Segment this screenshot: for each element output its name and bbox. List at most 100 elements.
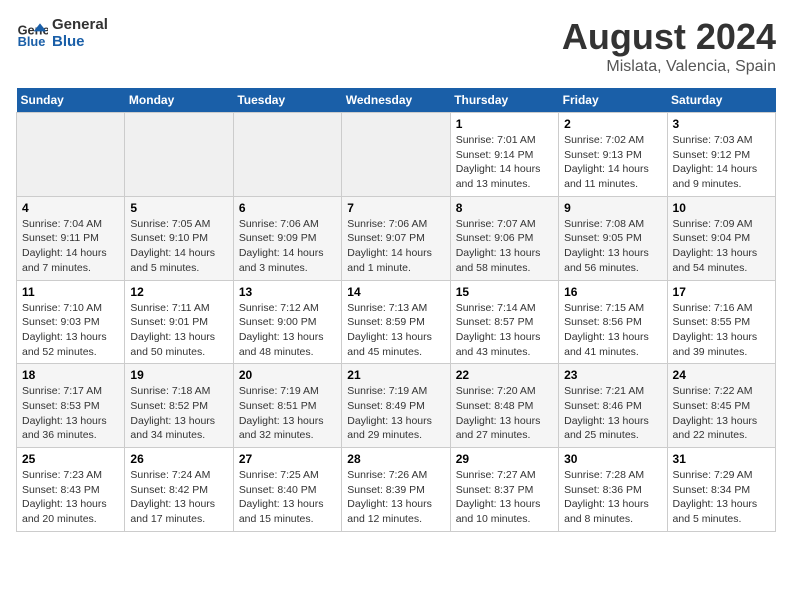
day-number: 30 [564, 452, 661, 466]
day-number: 21 [347, 368, 444, 382]
calendar-cell: 16 Sunrise: 7:15 AM Sunset: 8:56 PM Dayli… [559, 280, 667, 364]
day-info: Sunrise: 7:12 AM Sunset: 9:00 PM Dayligh… [239, 301, 336, 360]
day-number: 2 [564, 117, 661, 131]
day-number: 19 [130, 368, 227, 382]
calendar-week-row: 18 Sunrise: 7:17 AM Sunset: 8:53 PM Dayli… [17, 364, 776, 448]
title-block: August 2024 Mislata, Valencia, Spain [562, 16, 776, 76]
calendar-cell [233, 113, 341, 197]
calendar-header-row: SundayMondayTuesdayWednesdayThursdayFrid… [17, 88, 776, 113]
calendar-cell: 25Sunrise: 7:23 AM Sunset: 8:43 PM Dayli… [17, 448, 125, 532]
calendar-cell: 5Sunrise: 7:05 AM Sunset: 9:10 PM Daylig… [125, 196, 233, 280]
day-number: 12 [130, 285, 227, 299]
day-number: 23 [564, 368, 661, 382]
calendar-cell: 6Sunrise: 7:06 AM Sunset: 9:09 PM Daylig… [233, 196, 341, 280]
day-number: 25 [22, 452, 119, 466]
day-number: 20 [239, 368, 336, 382]
calendar-cell: 20 Sunrise: 7:19 AM Sunset: 8:51 PM Dayli… [233, 364, 341, 448]
calendar-cell: 17 Sunrise: 7:16 AM Sunset: 8:55 PM Dayli… [667, 280, 775, 364]
calendar-cell: 8 Sunrise: 7:07 AM Sunset: 9:06 PM Daylig… [450, 196, 558, 280]
day-number: 16 [564, 285, 661, 299]
day-info: Sunrise: 7:15 AM Sunset: 8:56 PM Dayligh… [564, 301, 661, 360]
day-number: 11 [22, 285, 119, 299]
calendar-cell [125, 113, 233, 197]
day-number: 28 [347, 452, 444, 466]
day-info: Sunrise: 7:02 AM Sunset: 9:13 PM Dayligh… [564, 133, 661, 192]
calendar-cell: 9 Sunrise: 7:08 AM Sunset: 9:05 PM Daylig… [559, 196, 667, 280]
day-number: 4 [22, 201, 119, 215]
day-number: 15 [456, 285, 553, 299]
day-info: Sunrise: 7:11 AM Sunset: 9:01 PM Dayligh… [130, 301, 227, 360]
day-number: 29 [456, 452, 553, 466]
calendar-cell: 28Sunrise: 7:26 AM Sunset: 8:39 PM Dayli… [342, 448, 450, 532]
day-number: 24 [673, 368, 770, 382]
calendar-cell: 29Sunrise: 7:27 AM Sunset: 8:37 PM Dayli… [450, 448, 558, 532]
day-number: 3 [673, 117, 770, 131]
day-number: 18 [22, 368, 119, 382]
calendar-cell [342, 113, 450, 197]
calendar-cell: 27 Sunrise: 7:25 AM Sunset: 8:40 PM Dayli… [233, 448, 341, 532]
day-info: Sunrise: 7:04 AM Sunset: 9:11 PM Dayligh… [22, 217, 119, 276]
column-header-tuesday: Tuesday [233, 88, 341, 113]
day-info: Sunrise: 7:08 AM Sunset: 9:05 PM Dayligh… [564, 217, 661, 276]
calendar-cell [17, 113, 125, 197]
calendar-cell: 13Sunrise: 7:12 AM Sunset: 9:00 PM Dayli… [233, 280, 341, 364]
day-info: Sunrise: 7:05 AM Sunset: 9:10 PM Dayligh… [130, 217, 227, 276]
calendar-cell: 31 Sunrise: 7:29 AM Sunset: 8:34 PM Dayli… [667, 448, 775, 532]
calendar-cell: 7 Sunrise: 7:06 AM Sunset: 9:07 PM Daylig… [342, 196, 450, 280]
day-info: Sunrise: 7:21 AM Sunset: 8:46 PM Dayligh… [564, 384, 661, 443]
calendar-cell: 10 Sunrise: 7:09 AM Sunset: 9:04 PM Dayli… [667, 196, 775, 280]
calendar-week-row: 4 Sunrise: 7:04 AM Sunset: 9:11 PM Daylig… [17, 196, 776, 280]
calendar-week-row: 11 Sunrise: 7:10 AM Sunset: 9:03 PM Dayli… [17, 280, 776, 364]
logo-icon: General Blue [16, 17, 48, 49]
day-info: Sunrise: 7:20 AM Sunset: 8:48 PM Dayligh… [456, 384, 553, 443]
column-header-wednesday: Wednesday [342, 88, 450, 113]
calendar-table: SundayMondayTuesdayWednesdayThursdayFrid… [16, 88, 776, 532]
day-info: Sunrise: 7:01 AM Sunset: 9:14 PM Dayligh… [456, 133, 553, 192]
calendar-cell: 26Sunrise: 7:24 AM Sunset: 8:42 PM Dayli… [125, 448, 233, 532]
page-header: General Blue General Blue August 2024 Mi… [16, 16, 776, 76]
calendar-cell: 12 Sunrise: 7:11 AM Sunset: 9:01 PM Dayli… [125, 280, 233, 364]
day-info: Sunrise: 7:07 AM Sunset: 9:06 PM Dayligh… [456, 217, 553, 276]
day-number: 9 [564, 201, 661, 215]
calendar-cell: 21Sunrise: 7:19 AM Sunset: 8:49 PM Dayli… [342, 364, 450, 448]
calendar-cell: 19 Sunrise: 7:18 AM Sunset: 8:52 PM Dayli… [125, 364, 233, 448]
day-number: 1 [456, 117, 553, 131]
day-number: 26 [130, 452, 227, 466]
day-number: 22 [456, 368, 553, 382]
calendar-cell: 1 Sunrise: 7:01 AM Sunset: 9:14 PM Daylig… [450, 113, 558, 197]
day-number: 7 [347, 201, 444, 215]
day-info: Sunrise: 7:16 AM Sunset: 8:55 PM Dayligh… [673, 301, 770, 360]
day-number: 31 [673, 452, 770, 466]
day-info: Sunrise: 7:18 AM Sunset: 8:52 PM Dayligh… [130, 384, 227, 443]
day-info: Sunrise: 7:22 AM Sunset: 8:45 PM Dayligh… [673, 384, 770, 443]
calendar-cell: 30 Sunrise: 7:28 AM Sunset: 8:36 PM Dayli… [559, 448, 667, 532]
day-info: Sunrise: 7:17 AM Sunset: 8:53 PM Dayligh… [22, 384, 119, 443]
calendar-cell: 24 Sunrise: 7:22 AM Sunset: 8:45 PM Dayli… [667, 364, 775, 448]
day-number: 8 [456, 201, 553, 215]
calendar-cell: 3 Sunrise: 7:03 AM Sunset: 9:12 PM Daylig… [667, 113, 775, 197]
day-info: Sunrise: 7:10 AM Sunset: 9:03 PM Dayligh… [22, 301, 119, 360]
column-header-thursday: Thursday [450, 88, 558, 113]
day-info: Sunrise: 7:13 AM Sunset: 8:59 PM Dayligh… [347, 301, 444, 360]
page-title: August 2024 [562, 16, 776, 58]
day-number: 17 [673, 285, 770, 299]
calendar-cell: 14Sunrise: 7:13 AM Sunset: 8:59 PM Dayli… [342, 280, 450, 364]
day-info: Sunrise: 7:09 AM Sunset: 9:04 PM Dayligh… [673, 217, 770, 276]
column-header-sunday: Sunday [17, 88, 125, 113]
calendar-cell: 23 Sunrise: 7:21 AM Sunset: 8:46 PM Dayli… [559, 364, 667, 448]
column-header-monday: Monday [125, 88, 233, 113]
calendar-cell: 22 Sunrise: 7:20 AM Sunset: 8:48 PM Dayli… [450, 364, 558, 448]
day-number: 27 [239, 452, 336, 466]
day-info: Sunrise: 7:03 AM Sunset: 9:12 PM Dayligh… [673, 133, 770, 192]
calendar-cell: 4 Sunrise: 7:04 AM Sunset: 9:11 PM Daylig… [17, 196, 125, 280]
day-info: Sunrise: 7:25 AM Sunset: 8:40 PM Dayligh… [239, 468, 336, 527]
column-header-saturday: Saturday [667, 88, 775, 113]
day-number: 10 [673, 201, 770, 215]
day-info: Sunrise: 7:19 AM Sunset: 8:51 PM Dayligh… [239, 384, 336, 443]
logo: General Blue General Blue [16, 16, 108, 50]
day-info: Sunrise: 7:29 AM Sunset: 8:34 PM Dayligh… [673, 468, 770, 527]
calendar-cell: 11 Sunrise: 7:10 AM Sunset: 9:03 PM Dayli… [17, 280, 125, 364]
logo-text-blue: Blue [52, 33, 108, 50]
day-info: Sunrise: 7:28 AM Sunset: 8:36 PM Dayligh… [564, 468, 661, 527]
day-info: Sunrise: 7:06 AM Sunset: 9:07 PM Dayligh… [347, 217, 444, 276]
